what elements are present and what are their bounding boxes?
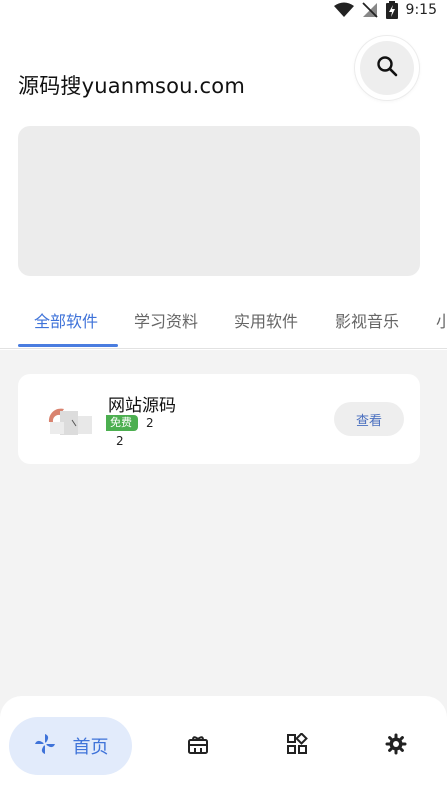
apps-icon	[286, 732, 308, 759]
top-area: 9:15 源码搜yuanmsou.com 全部软件 学习资料 实用软件 影视音乐…	[0, 0, 447, 350]
list-item[interactable]: 网站源码 免费 2 2 查看	[18, 374, 420, 464]
tab-all-software[interactable]: 全部软件	[34, 308, 98, 332]
nav-home-label: 首页	[72, 737, 109, 758]
wifi-icon	[333, 2, 354, 18]
search-icon	[375, 54, 399, 82]
nav-settings-tab[interactable]	[383, 733, 409, 759]
nav-home-tab[interactable]: 首页	[9, 717, 132, 775]
free-badge: 免费	[106, 415, 138, 431]
status-time: 9:15	[405, 2, 437, 18]
item-title: 网站源码	[108, 396, 176, 416]
bottom-navigation: 首页	[0, 696, 447, 798]
status-bar: 9:15	[333, 0, 437, 20]
no-signal-icon	[361, 2, 378, 18]
search-button[interactable]	[355, 36, 419, 100]
pinwheel-icon	[33, 732, 57, 760]
item-meta: 免费 2	[106, 415, 154, 431]
item-count: 2	[146, 416, 154, 430]
tab-more[interactable]: 小	[436, 308, 447, 332]
item-count-secondary: 2	[116, 434, 124, 448]
tab-indicator	[18, 344, 118, 347]
tab-study-materials[interactable]: 学习资料	[134, 308, 198, 332]
category-tabs: 全部软件 学习资料 实用软件 影视音乐 小	[0, 298, 447, 349]
nav-gift-tab[interactable]	[185, 733, 211, 759]
view-button[interactable]: 查看	[334, 402, 404, 436]
nav-apps-tab[interactable]	[284, 732, 310, 759]
page-title: 源码搜yuanmsou.com	[18, 74, 245, 98]
banner-placeholder[interactable]	[18, 126, 420, 276]
app-thumbnail-icon	[46, 402, 102, 442]
tab-video-music[interactable]: 影视音乐	[335, 308, 399, 332]
gift-icon	[187, 733, 209, 759]
settings-icon	[385, 733, 407, 759]
battery-icon	[385, 1, 398, 19]
tab-utility-software[interactable]: 实用软件	[234, 308, 298, 332]
